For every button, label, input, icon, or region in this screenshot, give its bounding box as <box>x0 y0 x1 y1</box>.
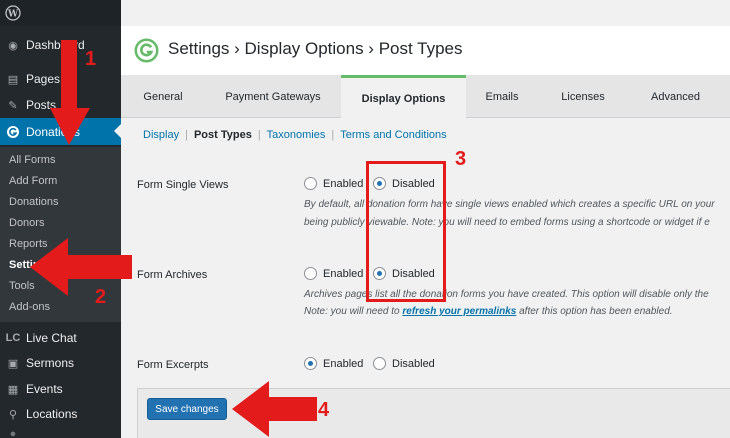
annotation-number-4: 4 <box>318 399 330 421</box>
label-form-archives: Form Archives <box>137 269 208 281</box>
subnav-separator: | <box>185 129 188 141</box>
tab-general[interactable]: General <box>121 75 205 118</box>
subnav-post-types[interactable]: Post Types <box>194 129 252 141</box>
tab-licenses[interactable]: Licenses <box>538 75 628 118</box>
menu-label: Live Chat <box>26 331 77 345</box>
settings-header: Settings › Display Options › Post Types <box>121 26 730 75</box>
submenu-add-ons[interactable]: Add-ons <box>9 299 50 315</box>
radio-archives-enabled[interactable]: Enabled <box>304 267 363 280</box>
archives-description-line1: Archives pages list all the donation for… <box>304 289 709 300</box>
submenu-donors[interactable]: Donors <box>9 215 44 231</box>
radio-single-views-enabled[interactable]: Enabled <box>304 177 363 190</box>
page-title: Settings › Display Options › Post Types <box>168 39 463 58</box>
refresh-permalinks-link[interactable]: refresh your permalinks <box>402 306 516 317</box>
annotation-number-1: 1 <box>85 48 97 70</box>
radio-excerpts-disabled[interactable]: Disabled <box>373 357 435 370</box>
admin-topbar: W <box>0 0 121 26</box>
subnav-separator: | <box>331 129 335 141</box>
submenu-donations[interactable]: Donations <box>9 194 59 210</box>
calendar-icon: ▦ <box>7 383 19 396</box>
submenu-add-form[interactable]: Add Form <box>9 173 57 189</box>
annotation-arrow-2-icon <box>30 238 132 296</box>
archives-description-line2: Note: you will need to refresh your perm… <box>304 303 673 321</box>
tab-emails[interactable]: Emails <box>466 75 538 118</box>
tab-display-options[interactable]: Display Options <box>341 75 466 119</box>
subnav-terms-and-conditions[interactable]: Terms and Conditions <box>340 129 446 141</box>
wordpress-logo-icon[interactable]: W <box>5 5 21 21</box>
menu-label: Sermons <box>26 356 75 370</box>
menu-item-live-chat[interactable]: LC Live Chat <box>0 325 121 351</box>
radio-circle[interactable] <box>304 267 317 280</box>
annotation-arrow-4-icon <box>232 381 317 437</box>
screen: W ◉ Dashboard ▤ Pages ✎ Posts Donations … <box>0 0 730 438</box>
radio-label: Disabled <box>392 357 435 370</box>
svg-text:W: W <box>7 10 19 20</box>
menu-item-locations[interactable]: ⚲ Locations <box>0 401 121 427</box>
single-views-description-line2: being publicly viewable. Note: you will … <box>304 217 710 228</box>
pages-icon: ▤ <box>7 73 19 86</box>
menu-label: Events <box>26 382 63 396</box>
menu-item-sermons[interactable]: ▣ Sermons <box>0 350 121 376</box>
submenu-all-forms[interactable]: All Forms <box>9 152 55 168</box>
dashboard-icon: ◉ <box>8 39 18 52</box>
subnav-taxonomies[interactable]: Taxonomies <box>267 129 326 141</box>
radio-label: Enabled <box>323 267 364 280</box>
sermons-icon: ▣ <box>7 357 19 370</box>
radio-circle[interactable] <box>373 357 386 370</box>
posts-pin-icon: ✎ <box>8 99 18 112</box>
radio-label: Enabled <box>323 177 364 190</box>
label-form-excerpts: Form Excerpts <box>137 359 209 371</box>
givewp-logo-icon <box>134 38 159 63</box>
label-form-single-views: Form Single Views <box>137 179 229 191</box>
section-subnav: Display | Post Types | Taxonomies | Term… <box>143 129 447 141</box>
desc-text: after this option has been enabled. <box>516 306 673 317</box>
desc-text: Note: you will need to <box>304 306 403 317</box>
radio-label: Enabled <box>323 357 364 370</box>
annotation-arrow-1-icon <box>50 40 90 145</box>
active-menu-caret <box>114 124 121 138</box>
radio-circle[interactable] <box>304 177 317 190</box>
menu-item-partial[interactable]: ● <box>0 428 121 438</box>
settings-tabs: General Payment Gateways Display Options… <box>121 75 730 119</box>
location-pin-icon: ⚲ <box>8 408 18 421</box>
menu-item-events[interactable]: ▦ Events <box>0 376 121 402</box>
staff-icon: ● <box>9 428 17 438</box>
tab-payment-gateways[interactable]: Payment Gateways <box>205 75 341 118</box>
live-chat-icon: LC <box>5 332 21 344</box>
givewp-icon <box>6 125 20 139</box>
subnav-separator: | <box>257 129 261 141</box>
tab-advanced[interactable]: Advanced <box>628 75 723 118</box>
radio-circle-selected[interactable] <box>304 357 317 370</box>
save-changes-button[interactable]: Save changes <box>147 398 227 420</box>
annotation-number-3: 3 <box>455 148 467 170</box>
radio-excerpts-enabled[interactable]: Enabled <box>304 357 363 370</box>
annotation-number-2: 2 <box>95 286 107 308</box>
subnav-display[interactable]: Display <box>143 129 179 141</box>
menu-label: Locations <box>26 407 78 421</box>
annotation-highlight-box-3 <box>366 161 446 302</box>
